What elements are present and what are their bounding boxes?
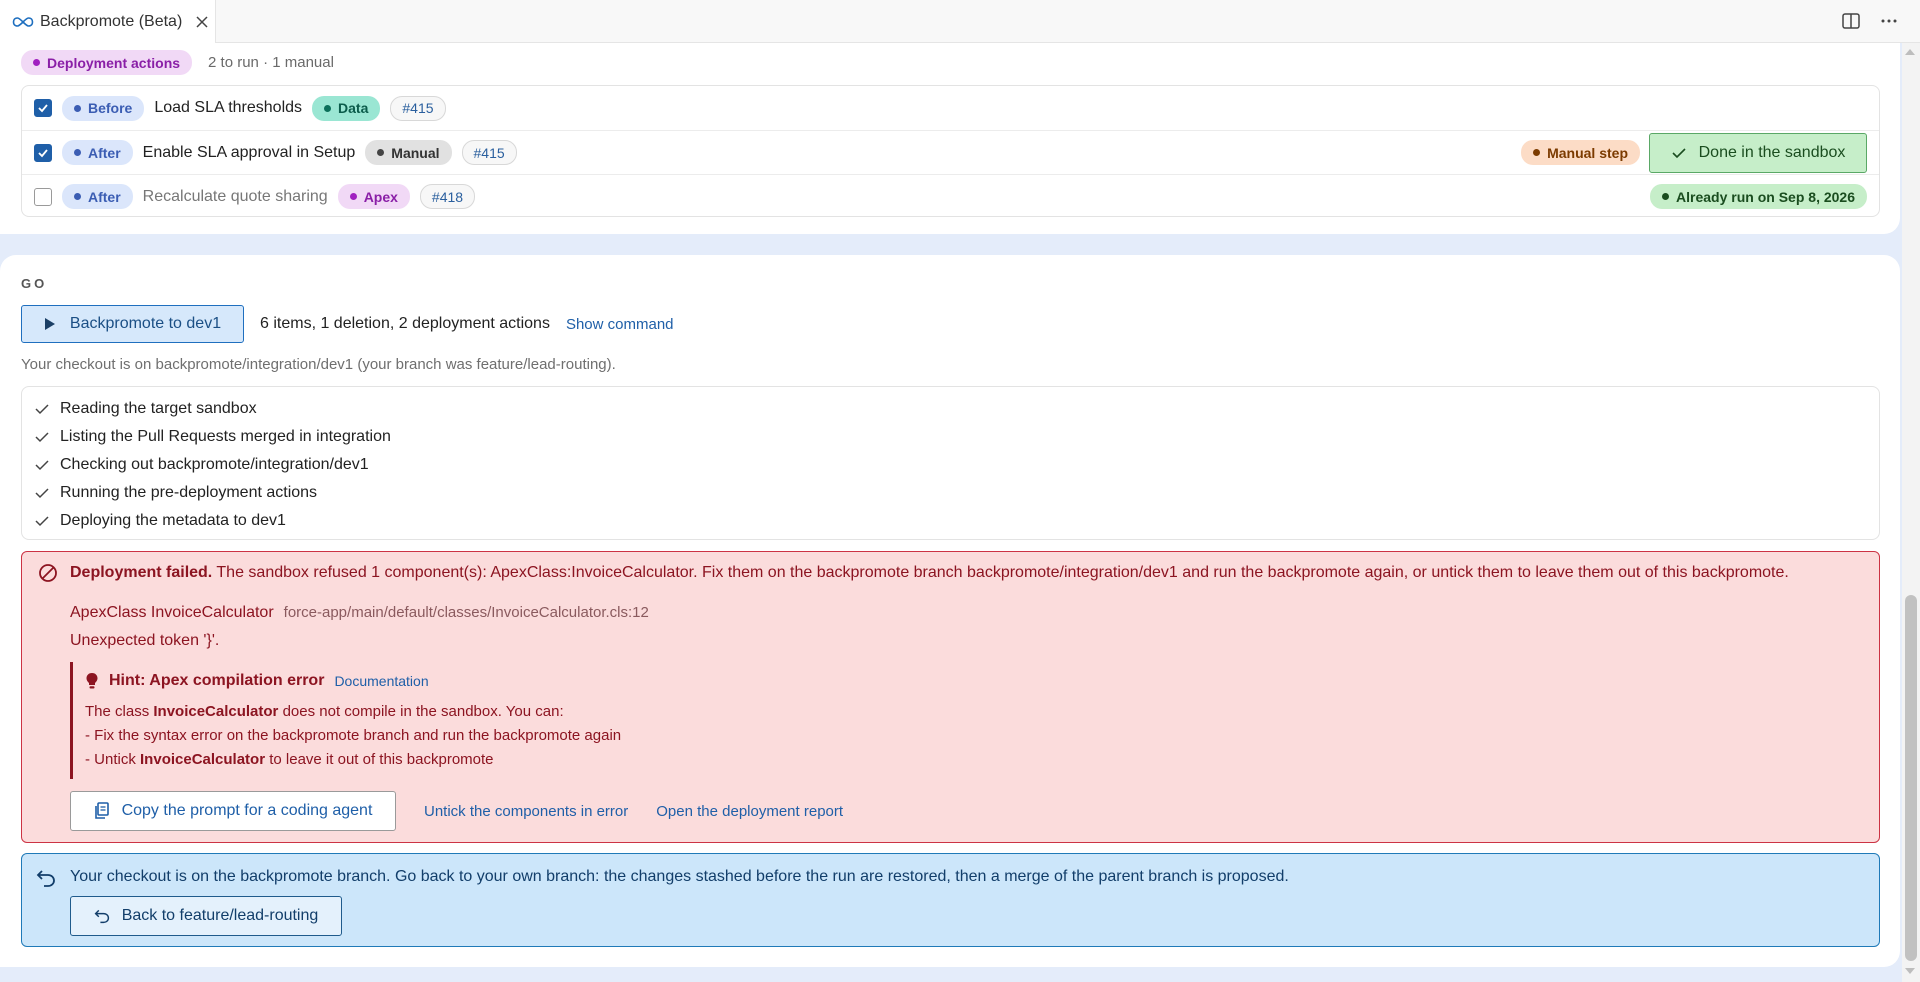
- list-item: Listing the Pull Requests merged in inte…: [34, 423, 1879, 451]
- deployment-actions-list: Before Load SLA thresholds Data #415 Aft…: [21, 85, 1880, 217]
- row-right-actions: Already run on Sep 8, 2026: [1650, 175, 1867, 218]
- phase-pill: After: [62, 184, 133, 209]
- action-row: After Recalculate quote sharing Apex #41…: [22, 174, 1879, 218]
- lightbulb-icon: [86, 673, 98, 689]
- row-right-actions: Manual step Done in the sandbox: [1521, 131, 1867, 174]
- progress-steps: Reading the target sandbox Listing the P…: [21, 386, 1880, 540]
- already-run-badge: Already run on Sep 8, 2026: [1650, 184, 1867, 209]
- check-icon: [35, 432, 49, 443]
- check-icon: [1672, 147, 1686, 158]
- undo-icon: [94, 909, 109, 924]
- copy-prompt-button[interactable]: Copy the prompt for a coding agent: [70, 791, 396, 831]
- hint-title: Hint: Apex compilation error: [109, 672, 325, 689]
- tab-bar: Backpromote (Beta): [0, 0, 1920, 43]
- hint-block: Hint: Apex compilation error Documentati…: [70, 662, 870, 779]
- action-title: Enable SLA approval in Setup: [142, 143, 356, 161]
- backpromote-run-button[interactable]: Backpromote to dev1: [21, 305, 244, 343]
- deployment-error-box: Deployment failed. The sandbox refused 1…: [21, 551, 1880, 843]
- return-branch-message: Your checkout is on the backpromote bran…: [70, 868, 1289, 885]
- scroll-up-arrow[interactable]: [1905, 49, 1915, 55]
- list-item: Checking out backpromote/integration/dev…: [34, 451, 1879, 479]
- type-pill: Apex: [337, 184, 410, 209]
- error-header: Deployment failed. The sandbox refused 1…: [38, 564, 1868, 583]
- done-in-sandbox-button[interactable]: Done in the sandbox: [1649, 132, 1867, 173]
- error-title: Deployment failed.: [70, 564, 213, 581]
- documentation-link[interactable]: Documentation: [334, 673, 428, 689]
- play-icon: [44, 318, 55, 330]
- error-message: The sandbox refused 1 component(s): Apex…: [216, 564, 1789, 581]
- deployment-actions-pill: Deployment actions: [21, 50, 193, 75]
- check-icon: [35, 460, 49, 471]
- show-command-link[interactable]: Show command: [566, 316, 674, 333]
- manual-step-badge: Manual step: [1521, 140, 1640, 165]
- pr-link[interactable]: #415: [390, 95, 446, 121]
- copy-icon: [94, 802, 109, 819]
- list-item: Reading the target sandbox: [34, 395, 1879, 423]
- list-item: Running the pre-deployment actions: [34, 479, 1879, 507]
- infinity-icon: [12, 16, 34, 27]
- scrollbar-thumb[interactable]: [1905, 595, 1917, 961]
- error-detail: Unexpected token '}'.: [70, 632, 220, 649]
- action-checkbox[interactable]: [34, 143, 52, 162]
- return-branch-box: Your checkout is on the backpromote bran…: [21, 853, 1880, 947]
- error-component: ApexClass InvoiceCalculator force-app/ma…: [70, 604, 649, 622]
- checkout-note: Your checkout is on backpromote/integrat…: [21, 356, 616, 373]
- dot-icon: [33, 59, 40, 66]
- error-icon: [39, 564, 57, 582]
- tab-backpromote[interactable]: Backpromote (Beta): [0, 0, 216, 43]
- check-icon: [35, 516, 49, 527]
- run-summary: 6 items, 1 deletion, 2 deployment action…: [260, 315, 550, 332]
- action-row: After Enable SLA approval in Setup Manua…: [22, 130, 1879, 174]
- action-row: Before Load SLA thresholds Data #415: [22, 86, 1879, 130]
- check-icon: [38, 104, 48, 113]
- component-name: ApexClass InvoiceCalculator: [70, 604, 274, 621]
- deployment-actions-summary: 2 to run · 1 manual: [208, 54, 334, 71]
- action-title: Load SLA thresholds: [154, 99, 303, 116]
- action-checkbox[interactable]: [34, 99, 52, 117]
- phase-pill: Before: [62, 95, 145, 121]
- action-title: Recalculate quote sharing: [142, 187, 328, 205]
- action-checkbox[interactable]: [34, 187, 52, 206]
- more-icon[interactable]: [1878, 10, 1900, 32]
- close-icon[interactable]: [194, 14, 210, 30]
- split-editor-icon[interactable]: [1840, 10, 1862, 32]
- editor-actions: [1840, 10, 1900, 32]
- pr-link[interactable]: #415: [461, 140, 517, 165]
- check-icon: [35, 404, 49, 415]
- check-icon: [38, 148, 48, 157]
- deployment-report-link[interactable]: Open the deployment report: [656, 803, 843, 820]
- go-section-title: GO: [21, 276, 48, 291]
- run-row: Backpromote to dev1 6 items, 1 deletion,…: [21, 305, 674, 343]
- type-pill: Manual: [365, 140, 452, 165]
- hint-header: Hint: Apex compilation error Documentati…: [85, 672, 870, 690]
- hint-lines: The class InvoiceCalculator does not com…: [85, 703, 622, 768]
- pr-link[interactable]: #418: [419, 184, 476, 209]
- undo-icon: [36, 870, 55, 887]
- deployment-actions-header: Deployment actions 2 to run · 1 manual: [21, 50, 334, 75]
- back-to-branch-button[interactable]: Back to feature/lead-routing: [70, 896, 342, 936]
- check-icon: [35, 488, 49, 499]
- component-path: force-app/main/default/classes/InvoiceCa…: [283, 604, 649, 621]
- scroll-down-arrow[interactable]: [1905, 968, 1915, 974]
- phase-pill: After: [62, 140, 133, 165]
- error-actions: Copy the prompt for a coding agent Untic…: [70, 791, 843, 831]
- type-pill: Data: [312, 95, 381, 121]
- list-item: Deploying the metadata to dev1: [34, 507, 1879, 535]
- tab-title: Backpromote (Beta): [40, 12, 183, 30]
- untick-components-link[interactable]: Untick the components in error: [424, 803, 628, 820]
